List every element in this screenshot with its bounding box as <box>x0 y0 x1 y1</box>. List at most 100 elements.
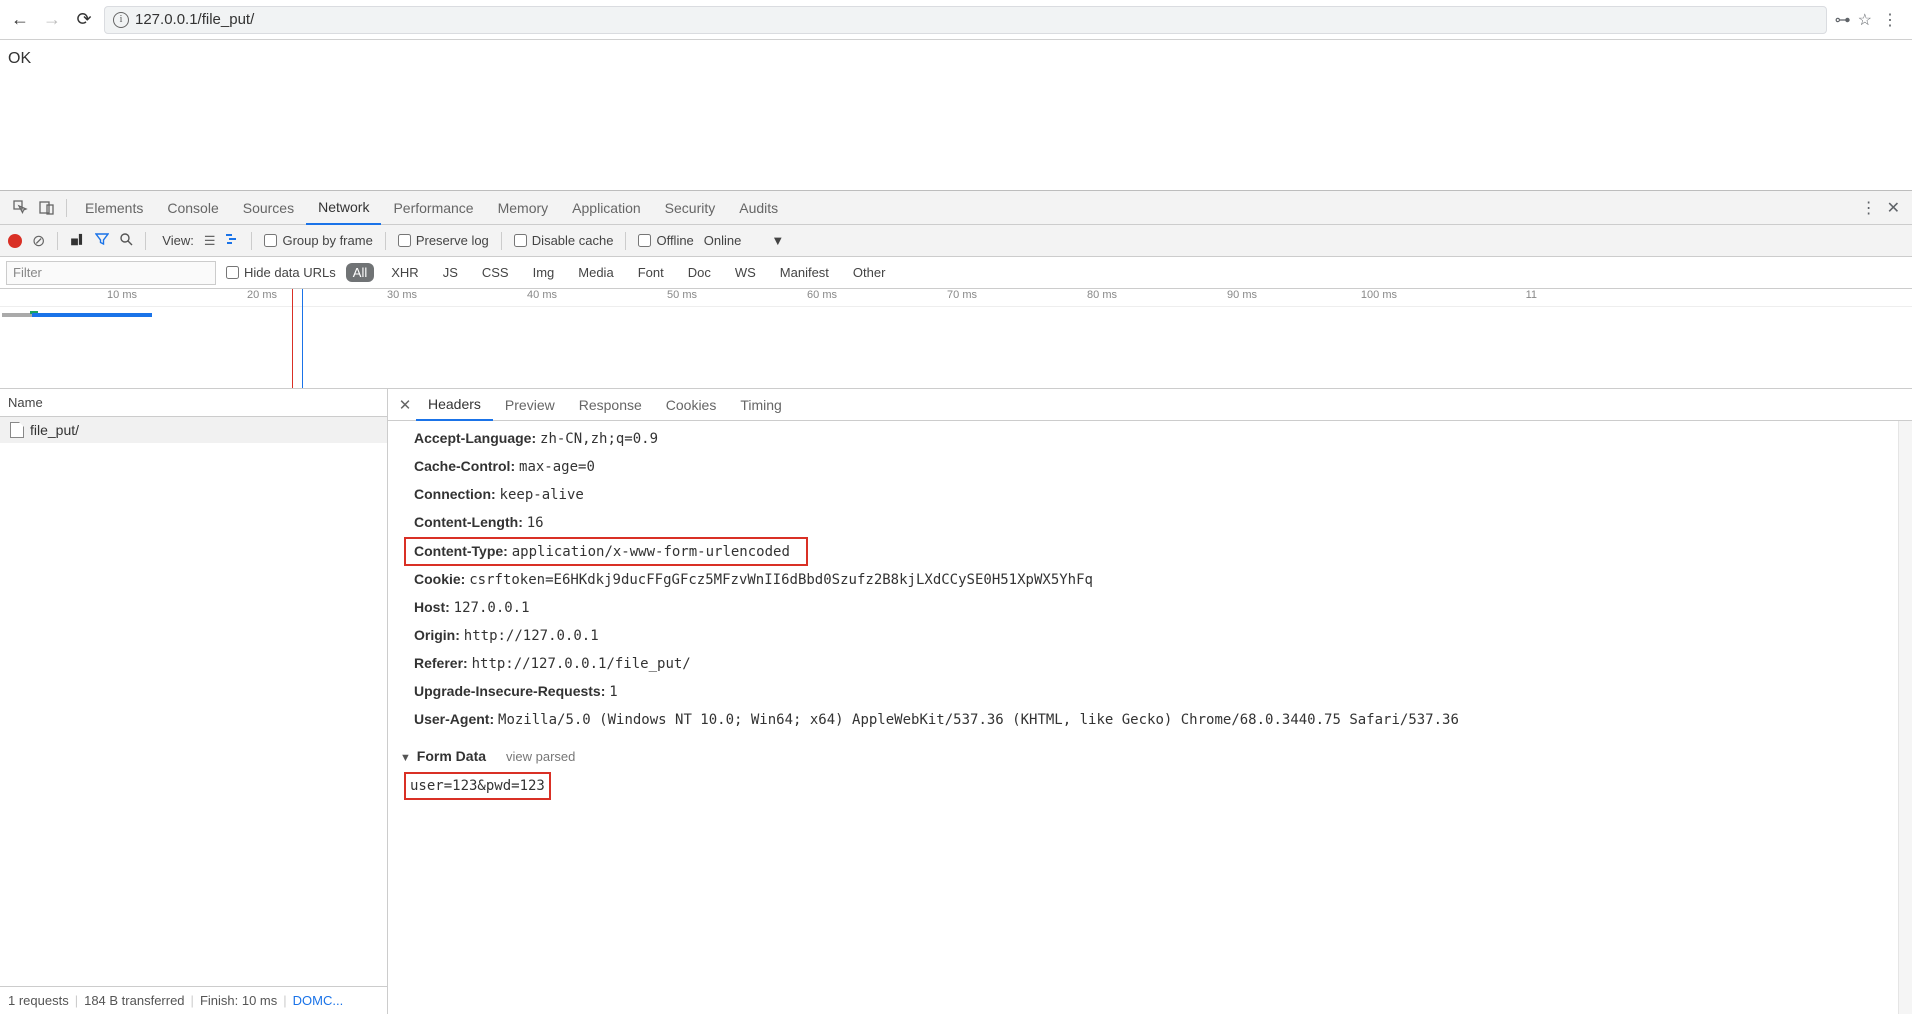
menu-icon[interactable]: ⋮ <box>1882 10 1898 30</box>
status-requests: 1 requests <box>8 993 69 1008</box>
request-list: Name file_put/ 1 requests| 184 B transfe… <box>0 389 388 1014</box>
devtools-kebab-icon[interactable]: ⋮ <box>1861 198 1877 218</box>
devtools-tab-security[interactable]: Security <box>653 191 728 225</box>
timeline[interactable]: 10 ms20 ms30 ms40 ms50 ms60 ms70 ms80 ms… <box>0 289 1912 389</box>
filter-funnel-icon[interactable] <box>95 232 109 249</box>
request-list-header[interactable]: Name <box>0 389 387 417</box>
filter-type-all[interactable]: All <box>346 263 374 282</box>
header-row: Origin: http://127.0.0.1 <box>414 622 1898 650</box>
devtools-tab-console[interactable]: Console <box>155 191 230 225</box>
disable-cache-checkbox[interactable]: Disable cache <box>514 233 614 248</box>
filter-type-font[interactable]: Font <box>631 263 671 282</box>
view-parsed-link[interactable]: view parsed <box>506 749 575 764</box>
record-button[interactable] <box>8 234 22 248</box>
status-transferred: 184 B transferred <box>84 993 184 1008</box>
form-data-raw: user=123&pwd=123 <box>404 772 551 800</box>
chevron-down-icon: ▼ <box>771 233 784 248</box>
key-icon[interactable]: ⊶ <box>1835 10 1848 30</box>
headers-pane[interactable]: Accept-Language: zh-CN,zh;q=0.9Cache-Con… <box>388 421 1898 1014</box>
header-row: Referer: http://127.0.0.1/file_put/ <box>414 650 1898 678</box>
waterfall-icon[interactable] <box>225 232 239 249</box>
filter-row: Filter Hide data URLs All XHR JS CSS Img Medi… <box>0 257 1912 289</box>
filter-type-doc[interactable]: Doc <box>681 263 718 282</box>
timeline-tick: 30 ms <box>387 289 420 301</box>
filter-type-media[interactable]: Media <box>571 263 620 282</box>
scrollbar[interactable] <box>1898 421 1912 1014</box>
detail-tabs: ✕ HeadersPreviewResponseCookiesTiming <box>388 389 1912 421</box>
devtools-tab-sources[interactable]: Sources <box>231 191 306 225</box>
reload-button[interactable]: ⟳ <box>72 8 96 32</box>
header-row: Connection: keep-alive <box>414 481 1898 509</box>
camera-icon[interactable]: ■▌ <box>70 233 85 249</box>
filter-type-manifest[interactable]: Manifest <box>773 263 836 282</box>
browser-right-icons: ⊶ ☆ ⋮ <box>1835 10 1904 30</box>
device-toggle-icon[interactable] <box>34 200 60 216</box>
form-data-section[interactable]: ▼ Form Data view parsed <box>400 748 1898 764</box>
header-row: Cookie: csrftoken=E6HKdkj9ducFFgGFcz5MFz… <box>414 566 1898 594</box>
network-body: Name file_put/ 1 requests| 184 B transfe… <box>0 389 1912 1014</box>
timeline-tick: 50 ms <box>667 289 700 301</box>
filter-type-img[interactable]: Img <box>526 263 562 282</box>
devtools-panel: ElementsConsoleSourcesNetworkPerformance… <box>0 190 1912 1014</box>
star-icon[interactable]: ☆ <box>1858 10 1872 30</box>
header-row: Content-Type: application/x-www-form-url… <box>414 537 1898 566</box>
info-icon[interactable]: i <box>113 12 129 28</box>
network-toolbar: ⊘ ■▌ View: ☰ Group by frame Preserve log… <box>0 225 1912 257</box>
timeline-tick: 10 ms <box>107 289 140 301</box>
page-viewport: OK <box>0 40 1912 190</box>
browser-toolbar: ← → ⟳ i 127.0.0.1/file_put/ ⊶ ☆ ⋮ <box>0 0 1912 40</box>
forward-button[interactable]: → <box>40 8 64 32</box>
header-row: User-Agent: Mozilla/5.0 (Windows NT 10.0… <box>414 706 1898 734</box>
timeline-tick: 11 <box>1526 289 1540 301</box>
devtools-tab-memory[interactable]: Memory <box>486 191 561 225</box>
filter-type-ws[interactable]: WS <box>728 263 763 282</box>
header-row: Host: 127.0.0.1 <box>414 594 1898 622</box>
devtools-tab-audits[interactable]: Audits <box>727 191 790 225</box>
filter-type-css[interactable]: CSS <box>475 263 516 282</box>
view-label: View: <box>162 233 194 248</box>
timeline-tick: 90 ms <box>1227 289 1260 301</box>
timeline-tick: 70 ms <box>947 289 980 301</box>
devtools-tabs: ElementsConsoleSourcesNetworkPerformance… <box>0 191 1912 225</box>
timeline-tick: 40 ms <box>527 289 560 301</box>
devtools-close-icon[interactable]: ✕ <box>1887 198 1900 218</box>
devtools-tab-network[interactable]: Network <box>306 191 381 225</box>
header-row: Upgrade-Insecure-Requests: 1 <box>414 678 1898 706</box>
offline-checkbox[interactable]: Offline <box>638 233 693 248</box>
filter-type-js[interactable]: JS <box>436 263 465 282</box>
status-finish: Finish: 10 ms <box>200 993 277 1008</box>
detail-tab-response[interactable]: Response <box>567 389 654 421</box>
request-name: file_put/ <box>30 422 79 438</box>
close-detail-icon[interactable]: ✕ <box>394 396 416 414</box>
status-domc[interactable]: DOMC... <box>293 993 344 1008</box>
filter-type-other[interactable]: Other <box>846 263 893 282</box>
detail-tab-preview[interactable]: Preview <box>493 389 567 421</box>
header-row: Content-Length: 16 <box>414 509 1898 537</box>
devtools-tab-elements[interactable]: Elements <box>73 191 155 225</box>
preserve-log-checkbox[interactable]: Preserve log <box>398 233 489 248</box>
status-bar: 1 requests| 184 B transferred| Finish: 1… <box>0 986 387 1014</box>
file-icon <box>10 422 24 438</box>
detail-tab-headers[interactable]: Headers <box>416 389 493 421</box>
clear-button[interactable]: ⊘ <box>32 231 45 251</box>
timeline-tick: 100 ms <box>1361 289 1400 301</box>
inspect-icon[interactable] <box>8 200 34 216</box>
filter-type-xhr[interactable]: XHR <box>384 263 425 282</box>
detail-tab-timing[interactable]: Timing <box>728 389 794 421</box>
back-button[interactable]: ← <box>8 8 32 32</box>
header-row: Accept-Language: zh-CN,zh;q=0.9 <box>414 425 1898 453</box>
search-icon[interactable] <box>119 232 133 249</box>
devtools-tab-application[interactable]: Application <box>560 191 653 225</box>
timeline-tick: 60 ms <box>807 289 840 301</box>
timeline-tick: 80 ms <box>1087 289 1120 301</box>
devtools-tab-performance[interactable]: Performance <box>381 191 485 225</box>
group-by-frame-checkbox[interactable]: Group by frame <box>264 233 372 248</box>
detail-tab-cookies[interactable]: Cookies <box>654 389 729 421</box>
large-rows-icon[interactable]: ☰ <box>204 233 216 249</box>
page-body-text: OK <box>8 50 31 67</box>
filter-input[interactable]: Filter <box>6 261 216 285</box>
throttle-select[interactable]: Online ▼ <box>704 233 784 248</box>
hide-data-urls-checkbox[interactable]: Hide data URLs <box>226 265 336 280</box>
request-row[interactable]: file_put/ <box>0 417 387 443</box>
address-bar[interactable]: i 127.0.0.1/file_put/ <box>104 6 1827 34</box>
